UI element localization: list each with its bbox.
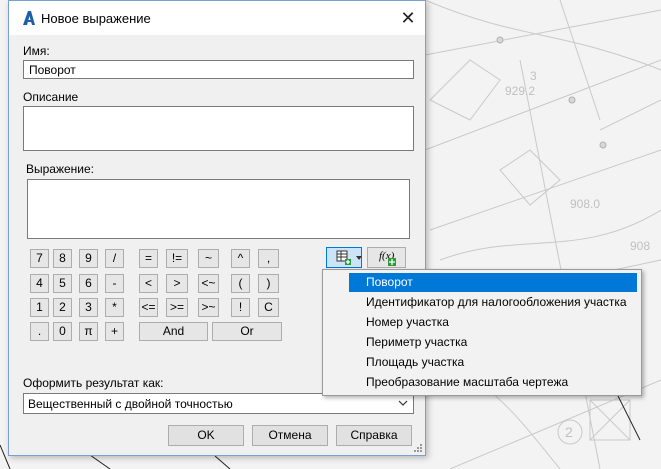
key-minus[interactable]: - (105, 274, 124, 293)
key-close-paren[interactable]: ) (258, 274, 279, 293)
format-result-select[interactable]: Вещественный с двойной точностью (23, 393, 414, 414)
property-table-icon (336, 250, 351, 265)
menu-item-rotation[interactable]: Поворот (349, 273, 637, 292)
key-less-than[interactable]: < (139, 274, 158, 293)
description-label: Описание (23, 90, 79, 104)
key-4[interactable]: 4 (30, 274, 49, 293)
key-greater-equal[interactable]: >= (166, 298, 188, 317)
key-2[interactable]: 2 (53, 298, 72, 317)
key-plus[interactable]: + (105, 322, 124, 341)
key-5[interactable]: 5 (53, 274, 72, 293)
key-9[interactable]: 9 (79, 249, 98, 268)
key-6[interactable]: 6 (79, 274, 98, 293)
key-greater-approx[interactable]: >~ (198, 298, 219, 317)
expression-label: Выражение: (26, 162, 95, 176)
key-divide[interactable]: / (105, 249, 124, 268)
key-comma[interactable]: , (258, 249, 279, 268)
key-not[interactable]: ! (231, 298, 250, 317)
key-open-paren[interactable]: ( (231, 274, 250, 293)
drawing-label: 3 (530, 69, 537, 83)
drawing-label: 908 (630, 239, 650, 253)
key-7[interactable]: 7 (30, 249, 49, 268)
property-dropdown-menu: Поворот Идентификатор для налогообложени… (322, 269, 642, 396)
drawing-label: 929.2 (505, 84, 535, 98)
cancel-button[interactable]: Отмена (252, 425, 328, 446)
ok-button[interactable]: OK (168, 425, 244, 446)
key-less-approx[interactable]: <~ (198, 274, 219, 293)
insert-function-button[interactable]: f(x) (367, 247, 406, 268)
name-field-value: Поворот (29, 63, 76, 77)
format-result-label: Оформить результат как: (23, 376, 164, 390)
key-greater-than[interactable]: > (166, 274, 188, 293)
description-field[interactable] (23, 106, 414, 151)
key-or[interactable]: Or (212, 322, 282, 341)
key-tilde[interactable]: ~ (198, 249, 219, 268)
name-field[interactable]: Поворот (23, 60, 414, 79)
key-decimal[interactable]: . (30, 322, 49, 341)
key-equals[interactable]: = (139, 249, 158, 268)
name-label: Имя: (23, 44, 50, 58)
menu-item-parcel-tax-id[interactable]: Идентификатор для налогообложения участк… (349, 293, 637, 312)
help-button[interactable]: Справка (336, 425, 412, 446)
key-pi[interactable]: π (79, 322, 98, 341)
key-8[interactable]: 8 (53, 249, 72, 268)
key-less-equal[interactable]: <= (139, 298, 158, 317)
resize-grip-icon[interactable] (413, 443, 423, 453)
title-bar: Новое выражение ✕ (9, 1, 425, 35)
drawing-label: 2 (565, 424, 573, 440)
key-caret[interactable]: ^ (231, 249, 250, 268)
add-plus-icon (388, 258, 396, 266)
key-and[interactable]: And (139, 322, 208, 341)
chevron-down-icon (398, 400, 408, 406)
key-not-equals[interactable]: != (166, 249, 188, 268)
key-3[interactable]: 3 (79, 298, 98, 317)
expression-field[interactable] (27, 179, 410, 239)
close-button[interactable]: ✕ (391, 1, 425, 35)
insert-property-button[interactable] (326, 247, 362, 268)
dialog-title: Новое выражение (41, 11, 151, 26)
drawing-label: 908.0 (570, 197, 600, 211)
menu-item-drawing-scale[interactable]: Преобразование масштаба чертежа (349, 373, 637, 392)
dropdown-arrow-icon (356, 256, 362, 260)
key-0[interactable]: 0 (53, 322, 72, 341)
key-multiply[interactable]: * (105, 298, 124, 317)
format-result-value: Вещественный с двойной точностью (28, 397, 233, 411)
close-icon[interactable]: ✕ (400, 8, 415, 28)
key-clear[interactable]: C (258, 298, 279, 317)
key-1[interactable]: 1 (30, 298, 49, 317)
autocad-logo-icon (23, 11, 35, 25)
menu-item-parcel-number[interactable]: Номер участка (349, 313, 637, 332)
menu-item-parcel-perimeter[interactable]: Периметр участка (349, 333, 637, 352)
menu-item-parcel-area[interactable]: Площадь участка (349, 353, 637, 372)
